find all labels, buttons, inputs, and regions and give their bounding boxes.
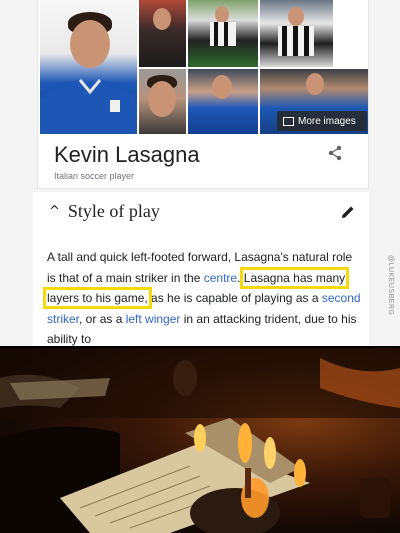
player-photo[interactable] [188,69,258,134]
link-centre[interactable]: centre [204,271,237,285]
paragraph-text: , or as a [79,311,126,326]
candlelit-scene-image [0,348,400,533]
link-left-winger[interactable]: left winger [126,312,181,326]
scene-illustration [0,348,400,533]
player-photo[interactable] [139,69,186,134]
section-header[interactable]: ^ Style of play [49,201,160,222]
player-photo-main[interactable] [40,0,137,134]
more-images-label: More images [298,115,356,127]
section-title: Style of play [67,201,160,221]
paragraph-text: . [237,270,244,285]
search-result-panel: More images Kevin Lasagna Italian soccer… [0,0,400,347]
collapse-caret-icon[interactable]: ^ [49,204,60,219]
entity-subtitle: Italian soccer player [54,171,135,181]
edit-pencil-icon[interactable] [339,203,357,221]
more-images-button[interactable]: More images [277,111,367,131]
share-icon[interactable] [327,145,343,161]
entity-name: Kevin Lasagna [54,142,200,167]
player-photo[interactable] [260,0,333,67]
paragraph-text: as he is capable of playing as a [147,291,322,305]
jersey-graphic [40,79,137,134]
player-photo[interactable] [188,0,258,67]
knowledge-card: More images Kevin Lasagna Italian soccer… [38,0,368,188]
wikipedia-section: ^ Style of play A tall and quick left-fo… [33,192,369,347]
image-icon [283,116,294,126]
section-paragraph: A tall and quick left-footed forward, La… [42,247,361,347]
player-photo[interactable] [139,0,186,67]
watermark: @LUKEUSBERG [387,255,394,316]
